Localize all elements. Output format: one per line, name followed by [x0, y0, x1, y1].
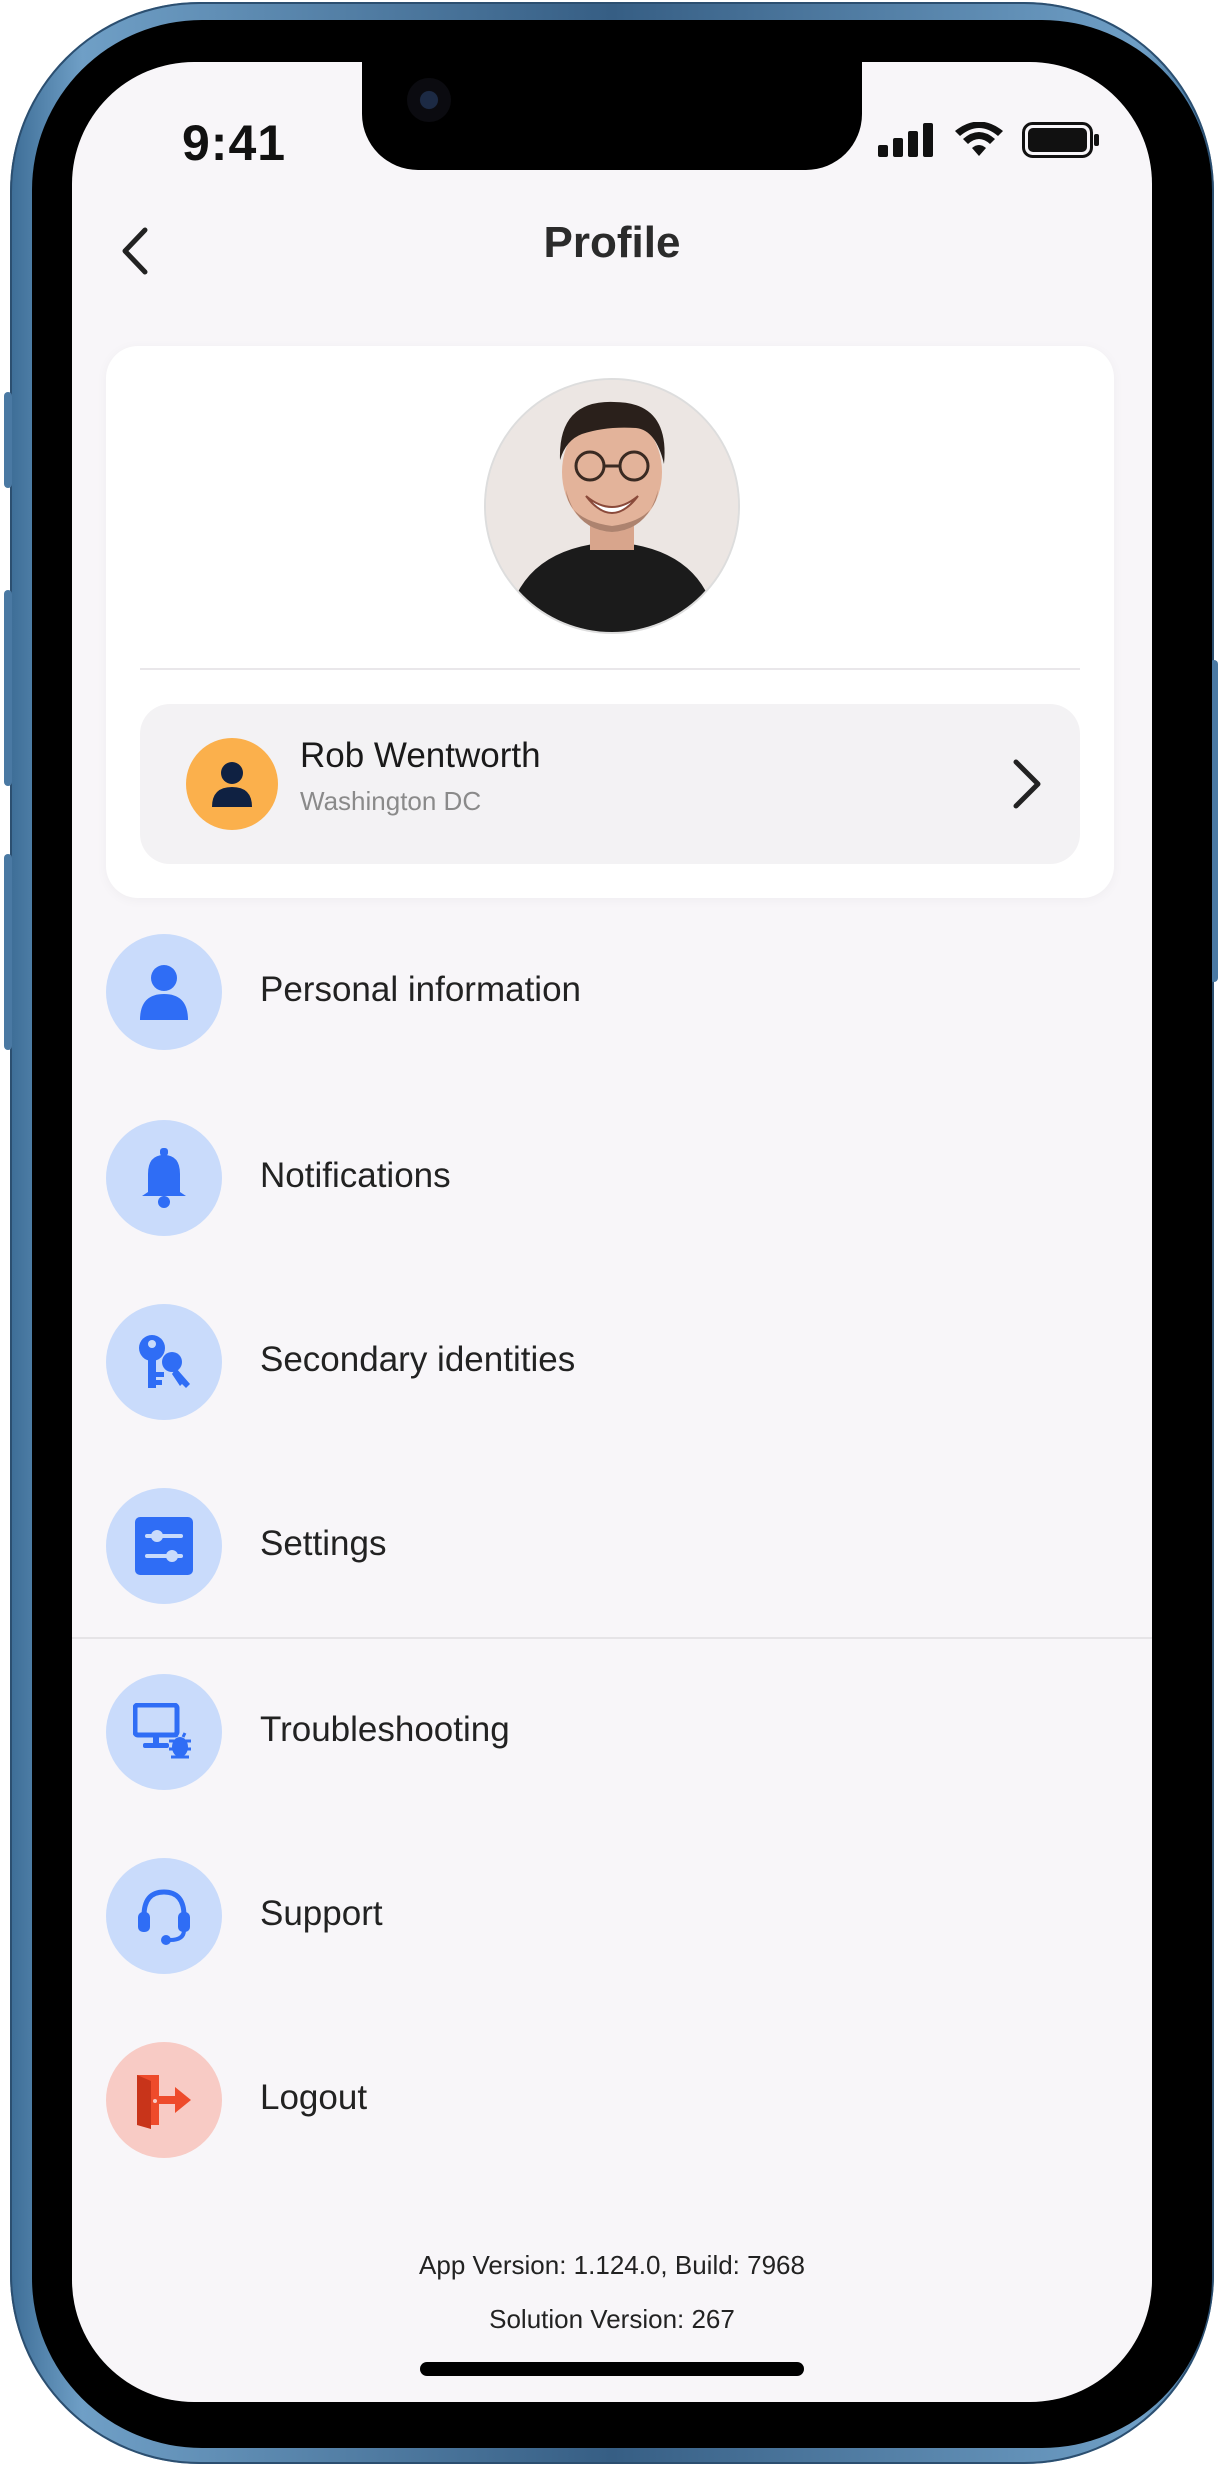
menu-icon-badge — [106, 1488, 222, 1604]
keys-icon — [139, 1335, 190, 1388]
profile-card: Rob Wentworth Washington DC — [106, 346, 1114, 898]
card-divider — [140, 668, 1080, 670]
bell-icon — [142, 1148, 186, 1208]
battery-icon — [1022, 122, 1100, 163]
logout-door-icon — [137, 2075, 191, 2129]
sliders-icon — [135, 1517, 193, 1575]
menu-label: Support — [260, 1894, 383, 1933]
user-location: Washington DC — [300, 786, 482, 816]
side-button-volume-down — [4, 854, 12, 1050]
home-indicator[interactable] — [420, 2362, 804, 2376]
wifi-icon — [954, 121, 1004, 163]
front-camera — [407, 78, 451, 122]
signal-icon — [878, 123, 936, 162]
headset-icon — [138, 1889, 190, 1945]
menu-item-personal-information[interactable]: Personal information — [106, 934, 1116, 1054]
menu-item-settings[interactable]: Settings — [106, 1488, 1116, 1608]
section-divider — [72, 1637, 1152, 1639]
menu-icon-badge — [106, 1858, 222, 1974]
status-icons — [878, 121, 1100, 163]
menu-label: Personal information — [260, 970, 581, 1009]
menu-item-secondary-identities[interactable]: Secondary identities — [106, 1304, 1116, 1424]
user-name: Rob Wentworth — [300, 736, 541, 775]
menu-item-notifications[interactable]: Notifications — [106, 1120, 1116, 1240]
status-time: 9:41 — [182, 115, 287, 171]
menu-label: Secondary identities — [260, 1340, 576, 1379]
chevron-right-icon — [1013, 759, 1041, 809]
top-bar: Profile — [72, 202, 1152, 292]
menu-item-support[interactable]: Support — [106, 1858, 1116, 1978]
menu-icon-badge — [106, 2042, 222, 2158]
person-icon — [212, 762, 252, 807]
menu-label: Settings — [260, 1524, 387, 1563]
profile-photo-illustration — [486, 380, 738, 632]
menu-icon-badge — [106, 1120, 222, 1236]
user-row[interactable]: Rob Wentworth Washington DC — [140, 704, 1080, 864]
screen: 9:41 Profile Rob Wentworth Washington DC… — [72, 62, 1152, 2402]
profile-photo[interactable] — [484, 378, 740, 634]
menu-icon-badge — [106, 1304, 222, 1420]
menu-icon-badge — [106, 1674, 222, 1790]
solution-version: Solution Version: 267 — [489, 2304, 735, 2334]
person-icon — [140, 965, 188, 1020]
menu-item-logout[interactable]: Logout — [106, 2042, 1116, 2162]
menu-icon-badge — [106, 934, 222, 1050]
menu-label: Troubleshooting — [260, 1710, 510, 1749]
page-title: Profile — [543, 218, 681, 267]
menu-item-troubleshooting[interactable]: Troubleshooting — [106, 1674, 1116, 1794]
user-avatar — [186, 738, 278, 830]
app-version: App Version: 1.124.0, Build: 7968 — [419, 2250, 805, 2280]
menu-label: Notifications — [260, 1156, 451, 1195]
side-button-mute — [4, 392, 12, 488]
monitor-bug-icon — [133, 1703, 191, 1759]
side-button-volume-up — [4, 590, 12, 786]
menu-label: Logout — [260, 2078, 368, 2117]
